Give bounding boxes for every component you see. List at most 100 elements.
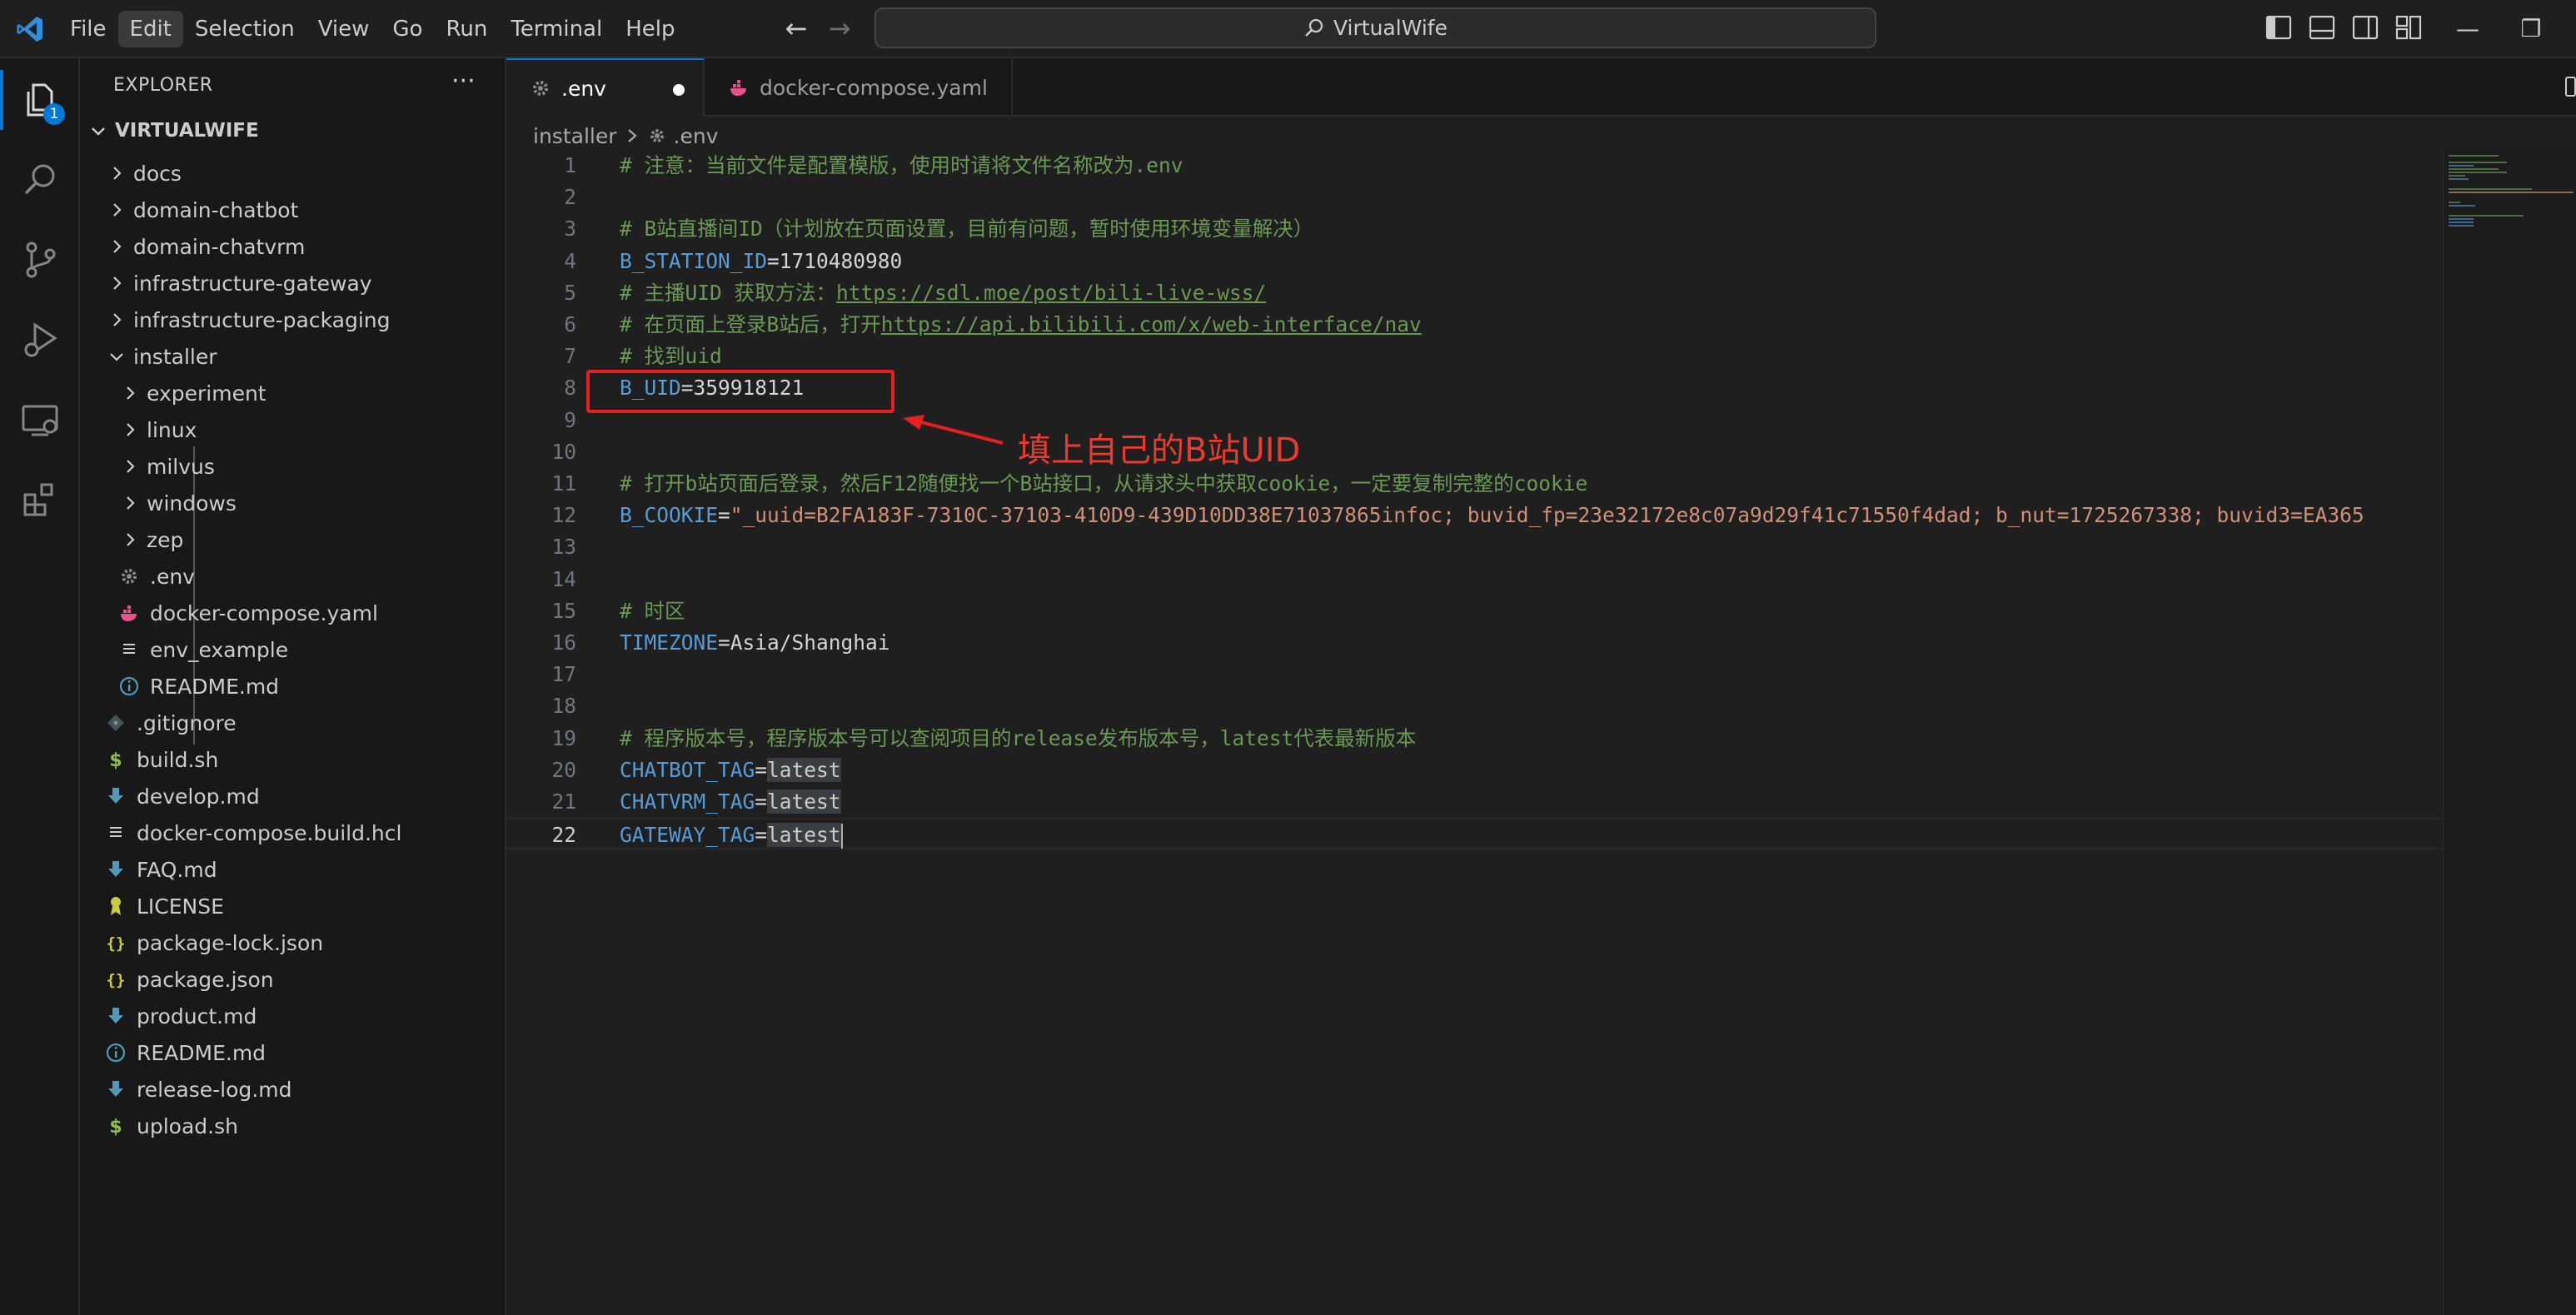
window-controls: — ❐ — [2449, 10, 2550, 48]
code-line[interactable]: 14 — [506, 564, 2443, 595]
file-tree-item[interactable]: .env — [80, 558, 506, 595]
breadcrumb-file[interactable]: .env — [674, 124, 719, 148]
extensions-activity[interactable] — [0, 460, 80, 540]
code-line[interactable]: 17 — [506, 659, 2443, 690]
file-tree-item[interactable]: develop.md — [80, 778, 506, 814]
unsaved-dot-icon[interactable] — [673, 84, 685, 96]
code-line[interactable]: 2 — [506, 182, 2443, 213]
braces-icon-glyph: {} — [107, 971, 126, 989]
file-tree-item[interactable]: docker-compose.build.hcl — [80, 814, 506, 851]
breadcrumb-folder[interactable]: installer — [533, 124, 617, 148]
code-editor[interactable]: 1 # 注意：当前文件是配置模版，使用时请将文件名称改为.env 2 3 # B站直播间… — [506, 150, 2576, 1315]
token-comment: # 找到uid — [620, 344, 722, 369]
file-tree-item[interactable]: {} package.json — [80, 961, 506, 998]
line-content: # B站直播间ID（计划放在页面设置，目前有问题，暂时使用环境变量解决） — [620, 213, 1313, 245]
folder-tree-item[interactable]: domain-chatvrm — [80, 228, 506, 265]
dollar-icon: $ — [105, 1115, 127, 1138]
token-op: = — [767, 248, 780, 273]
code-line[interactable]: 7 # 找到uid — [506, 341, 2443, 372]
code-line[interactable]: 22 GATEWAY_TAG=latest — [506, 818, 2443, 850]
file-tree-item[interactable]: release-log.md — [80, 1071, 506, 1108]
workspace-root-folder[interactable]: VIRTUALWIFE — [88, 120, 259, 142]
forward-arrow-icon[interactable]: → — [823, 12, 856, 45]
folder-tree-item[interactable]: zep — [80, 521, 506, 558]
menu-help[interactable]: Help — [614, 11, 686, 47]
line-number: 20 — [551, 757, 576, 782]
code-line[interactable]: 12 B_COOKIE="_uuid=B2FA183F-7310C-37103-4… — [506, 500, 2443, 531]
menu-go[interactable]: Go — [381, 11, 434, 47]
menu-run[interactable]: Run — [434, 11, 499, 47]
file-tree-item[interactable]: docker-compose.yaml — [80, 595, 506, 631]
remote-explorer-activity[interactable] — [0, 380, 80, 460]
docker-icon — [118, 602, 140, 624]
folder-tree-item[interactable]: windows — [80, 485, 506, 521]
code-line[interactable]: 21 CHATVRM_TAG=latest — [506, 786, 2443, 818]
more-actions-icon[interactable]: ··· — [451, 67, 476, 96]
file-tree-item[interactable]: $ build.sh — [80, 741, 506, 778]
chevron-right-icon — [113, 276, 122, 290]
token-comment: # 注意：当前文件是配置模版，使用时请将文件名称改为.env — [620, 153, 1183, 177]
code-line[interactable]: 18 — [506, 690, 2443, 722]
tab-docker-compose[interactable]: docker-compose.yaml — [705, 58, 1013, 117]
braces-icon: {} — [105, 969, 127, 990]
code-line[interactable]: 4 B_STATION_ID=1710480980 — [506, 246, 2443, 277]
toggle-primary-sidebar-icon[interactable] — [2265, 13, 2292, 42]
token-link[interactable]: https://sdl.moe/post/bili-live-wss/ — [836, 281, 1266, 305]
tab-env[interactable]: .env — [506, 58, 705, 117]
folder-tree-item[interactable]: installer — [80, 338, 506, 375]
menu-terminal[interactable]: Terminal — [499, 11, 614, 47]
file-tree-item[interactable]: LICENSE — [80, 888, 506, 924]
file-tree-item[interactable]: {} package-lock.json — [80, 924, 506, 961]
customize-layout-icon[interactable] — [2395, 13, 2422, 42]
token-val: Asia/Shanghai — [730, 630, 890, 655]
file-tree-item[interactable]: $ upload.sh — [80, 1108, 506, 1144]
code-line[interactable]: 20 CHATBOT_TAG=latest — [506, 755, 2443, 786]
back-arrow-icon[interactable]: ← — [780, 12, 813, 45]
minimap[interactable] — [2443, 150, 2576, 1315]
folder-tree-item[interactable]: experiment — [80, 375, 506, 411]
lines-icon-glyph — [123, 644, 135, 654]
code-line[interactable]: 11 # 打开b站页面后登录，然后F12随便找一个B站接口，从请求头中获取cook… — [506, 468, 2443, 500]
search-activity[interactable] — [0, 140, 80, 220]
token-link[interactable]: https://api.bilibili.com/x/web-interface… — [881, 312, 1422, 336]
menu-selection[interactable]: Selection — [183, 11, 306, 47]
restore-icon[interactable]: ❐ — [2512, 10, 2550, 48]
folder-tree-item[interactable]: domain-chatbot — [80, 192, 506, 228]
code-line[interactable]: 10 — [506, 436, 2443, 468]
folder-tree-item[interactable]: milvus — [80, 448, 506, 485]
file-tree-item[interactable]: .gitignore — [80, 705, 506, 741]
split-editor-icon[interactable] — [2565, 77, 2576, 97]
run-debug-activity[interactable] — [0, 300, 80, 380]
menu-view[interactable]: View — [306, 11, 381, 47]
code-line[interactable]: 19 # 程序版本号，程序版本号可以查阅项目的release发布版本号，lates… — [506, 723, 2443, 755]
command-center-search[interactable]: VirtualWife — [874, 7, 1876, 48]
explorer-activity[interactable]: 1 — [0, 60, 80, 140]
annotation-text: 填上自己的B站UID — [1018, 431, 1301, 470]
file-tree-item[interactable]: FAQ.md — [80, 851, 506, 888]
editor-tabs: .env docker-compose.yaml — [506, 58, 2576, 117]
code-line[interactable]: 1 # 注意：当前文件是配置模版，使用时请将文件名称改为.env — [506, 150, 2443, 182]
code-line[interactable]: 16 TIMEZONE=Asia/Shanghai — [506, 627, 2443, 659]
dollar-icon-glyph: $ — [109, 1117, 122, 1138]
folder-tree-item[interactable]: infrastructure-gateway — [80, 265, 506, 301]
folder-tree-item[interactable]: linux — [80, 411, 506, 448]
code-line[interactable]: 3 # B站直播间ID（计划放在页面设置，目前有问题，暂时使用环境变量解决） — [506, 213, 2443, 245]
code-line[interactable]: 15 # 时区 — [506, 595, 2443, 627]
minimize-icon[interactable]: — — [2449, 10, 2487, 48]
toggle-secondary-sidebar-icon[interactable] — [2352, 13, 2379, 42]
toggle-panel-icon[interactable] — [2309, 13, 2335, 42]
file-tree-item[interactable]: env_example — [80, 631, 506, 668]
token-key: B_STATION_ID — [620, 248, 768, 273]
code-line[interactable]: 6 # 在页面上登录B站后，打开https://api.bilibili.com/… — [506, 309, 2443, 341]
folder-tree-item[interactable]: docs — [80, 155, 506, 192]
code-line[interactable]: 13 — [506, 531, 2443, 563]
line-number: 22 — [551, 823, 576, 848]
menu-file[interactable]: File — [58, 11, 118, 47]
file-tree-item[interactable]: README.md — [80, 668, 506, 705]
file-tree-item[interactable]: product.md — [80, 998, 506, 1034]
code-line[interactable]: 5 # 主播UID 获取方法：https://sdl.moe/post/bili-… — [506, 277, 2443, 309]
folder-tree-item[interactable]: infrastructure-packaging — [80, 301, 506, 338]
source-control-activity[interactable] — [0, 220, 80, 300]
file-tree-item[interactable]: README.md — [80, 1034, 506, 1071]
menu-edit[interactable]: Edit — [117, 11, 183, 47]
